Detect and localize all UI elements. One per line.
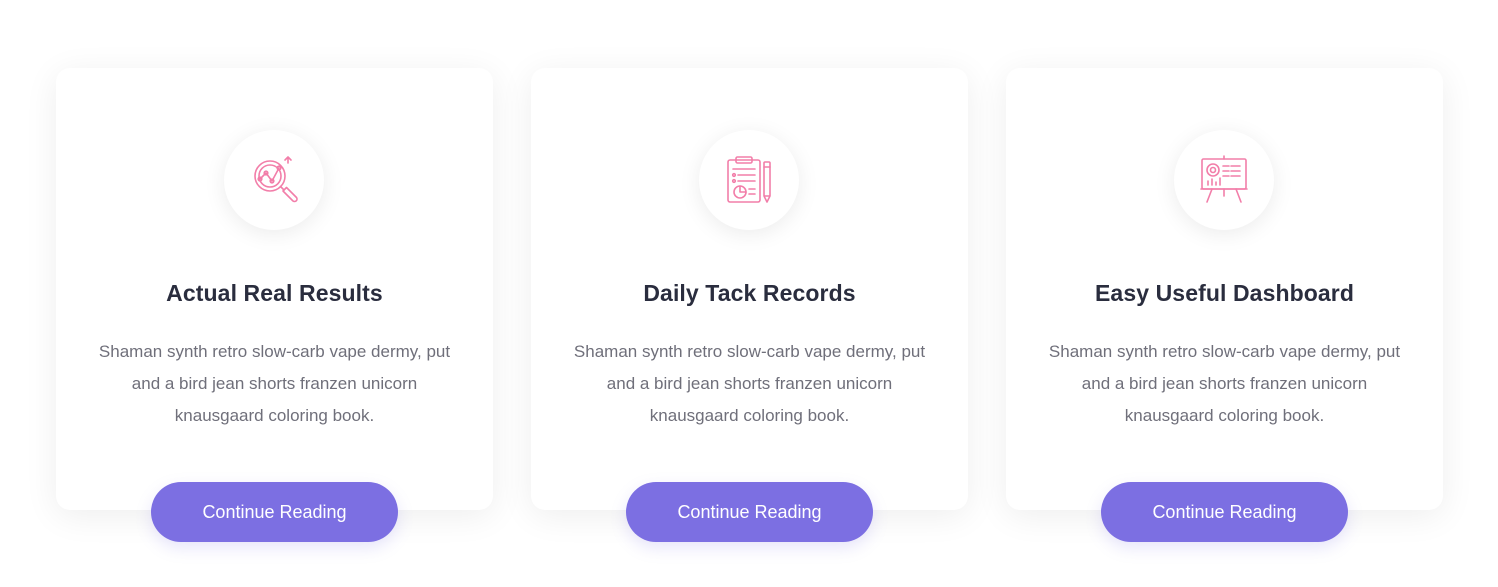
- card-title: Daily Tack Records: [643, 280, 856, 306]
- feature-cards: Actual Real Results Shaman synth retro s…: [56, 68, 1443, 542]
- feature-card-easy-useful-dashboard: Easy Useful Dashboard Shaman synth retro…: [1006, 68, 1443, 542]
- card-title: Easy Useful Dashboard: [1094, 280, 1355, 306]
- card-description: Shaman synth retro slow-carb vape dermy,…: [1048, 342, 1401, 425]
- feature-card-daily-tack-records: Daily Tack Records Shaman synth retro sl…: [531, 68, 968, 542]
- analytics-search-icon: [254, 156, 298, 203]
- card-description: Shaman synth retro slow-carb vape dermy,…: [573, 342, 926, 425]
- clipboard-report-icon: [727, 156, 771, 203]
- icon-badge: [699, 130, 799, 230]
- feature-card-actual-real-results: Actual Real Results Shaman synth retro s…: [56, 68, 493, 542]
- continue-reading-button[interactable]: Continue Reading: [151, 482, 398, 542]
- card-description: Shaman synth retro slow-carb vape dermy,…: [98, 342, 451, 425]
- continue-reading-button[interactable]: Continue Reading: [626, 482, 873, 542]
- card-title: Actual Real Results: [166, 280, 383, 306]
- icon-badge: [1174, 130, 1274, 230]
- continue-reading-button[interactable]: Continue Reading: [1101, 482, 1348, 542]
- icon-badge: [224, 130, 324, 230]
- dashboard-board-icon: [1200, 155, 1248, 203]
